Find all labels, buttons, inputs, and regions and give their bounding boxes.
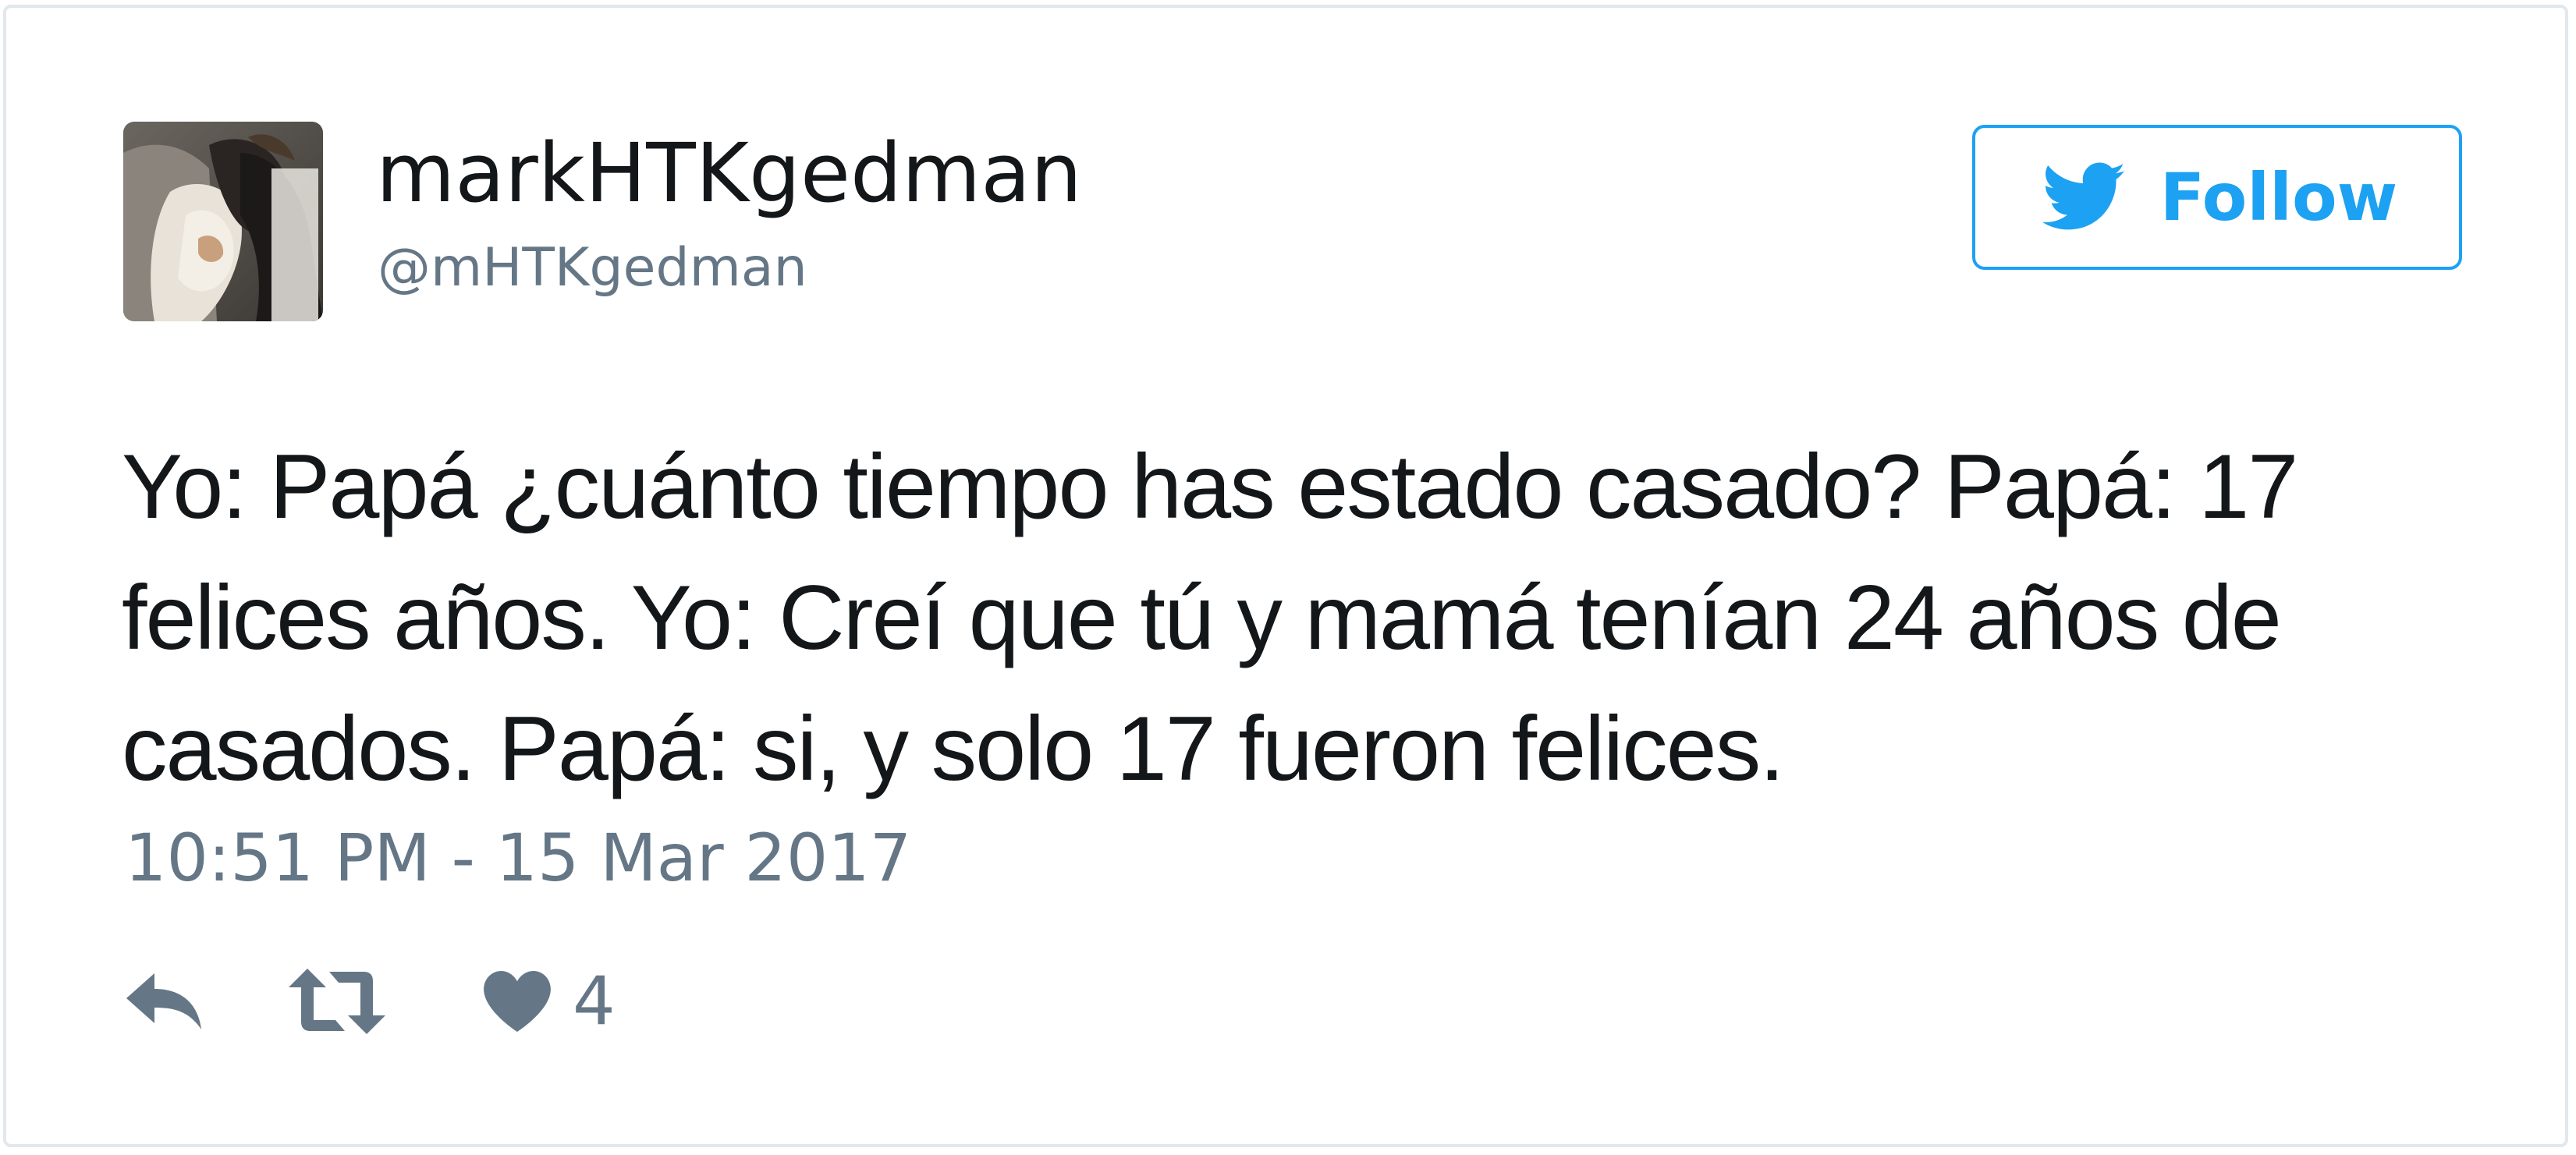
user-handle[interactable]: @mHTKgedman [378,237,807,299]
follow-button[interactable]: Follow [1972,125,2462,270]
reply-icon [126,973,201,1029]
avatar[interactable] [123,122,323,321]
retweet-button[interactable] [289,962,385,1040]
tweet-timestamp[interactable]: 10:51 PM - 15 Mar 2017 [125,819,911,897]
tweet-text: Yo: Papá ¿cuánto tiempo has estado casad… [122,435,2298,799]
tweet-card: markHTKgedman @mHTKgedman Follow Yo: Pap… [3,5,2568,1147]
reply-button[interactable] [123,962,204,1040]
like-button[interactable]: 4 [484,962,616,1040]
retweet-icon [289,969,385,1034]
follow-label: Follow [2159,159,2398,236]
twitter-bird-icon [2042,162,2125,230]
display-name[interactable]: markHTKgedman [376,126,1082,220]
avatar-image [123,122,323,321]
like-count: 4 [573,962,616,1040]
heart-icon [484,971,551,1032]
